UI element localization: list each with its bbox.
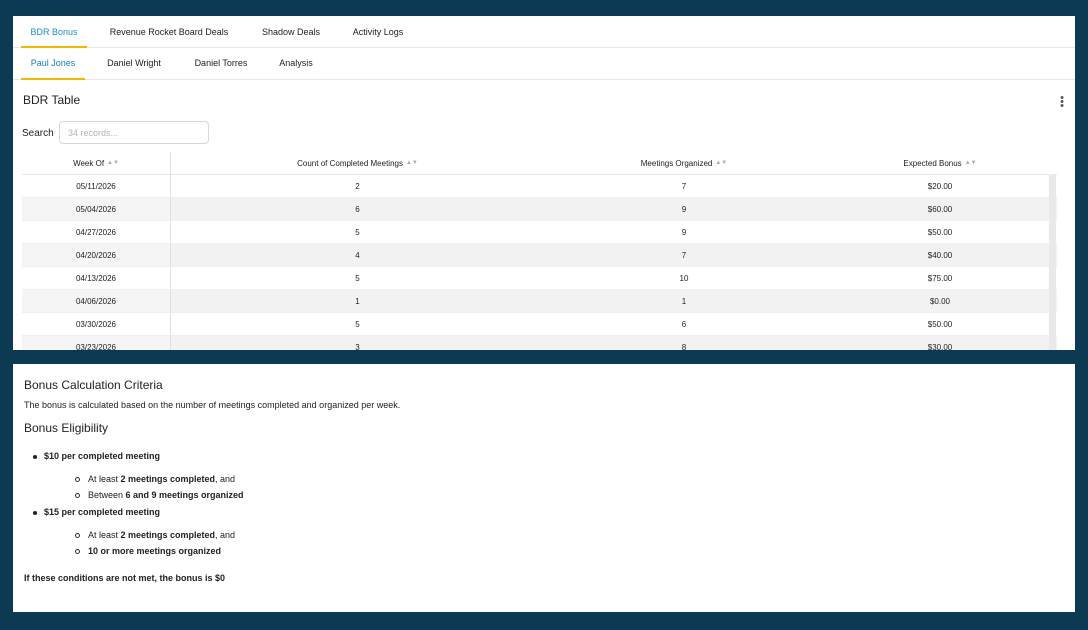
tab-activity-logs[interactable]: Activity Logs xyxy=(343,16,413,47)
condition-text-bold: 6 and 9 meetings organized xyxy=(125,490,244,500)
tier-1-condition-1: At least 2 meetings completed, and xyxy=(75,474,235,484)
column-header-label: Count of Completed Meetings xyxy=(297,158,403,168)
tier-1-condition-2: Between 6 and 9 meetings organized xyxy=(75,490,244,500)
week-of-cell: 04/13/2026 xyxy=(22,267,171,289)
bdr-table: Week Of ▲▼ Count of Completed Meetings ▲▼ … xyxy=(22,152,1057,350)
search-input[interactable] xyxy=(59,121,209,144)
condition-text-pre: Between xyxy=(88,490,126,500)
expected-bonus-cell: $75.00 xyxy=(927,273,953,283)
week-of-cell: 03/30/2026 xyxy=(22,313,171,335)
completed-meetings-cell: 5 xyxy=(355,273,360,283)
meetings-organized-cell: 7 xyxy=(681,250,687,260)
meetings-organized-cell: 8 xyxy=(681,342,687,351)
eligibility-title: Bonus Eligibility xyxy=(24,421,109,435)
week-of-cell: 04/27/2026 xyxy=(22,221,171,243)
search-label: Search xyxy=(22,128,54,139)
week-of-cell: 05/04/2026 xyxy=(22,198,171,220)
column-header-completed-meetings[interactable]: Count of Completed Meetings ▲▼ xyxy=(170,152,545,174)
tier-2-bullet: $15 per completed meeting xyxy=(33,507,160,517)
sort-icon[interactable]: ▲▼ xyxy=(715,160,727,166)
week-of-cell: 03/23/2026 xyxy=(22,336,171,350)
meetings-organized-cell: 7 xyxy=(681,181,687,191)
meetings-organized-cell: 6 xyxy=(681,319,687,329)
tab-bdr-bonus[interactable]: BDR Bonus xyxy=(21,16,87,48)
condition-text-bold: 10 or more meetings organized xyxy=(88,546,222,556)
bullet-circle-icon xyxy=(75,477,80,483)
table-row[interactable]: 05/04/2026 6 9 $60.00 xyxy=(22,198,1057,221)
week-of-cell: 04/20/2026 xyxy=(22,244,171,266)
sort-icon[interactable]: ▲▼ xyxy=(965,160,977,166)
table-scrollbar[interactable] xyxy=(1049,174,1056,350)
bonus-footer-note: If these conditions are not met, the bon… xyxy=(24,573,226,583)
condition-text-post: , and xyxy=(215,530,236,540)
main-tab-bar: BDR Bonus Revenue Rocket Board Deals Sha… xyxy=(13,16,1075,48)
tab-revenue-rocket-board-deals[interactable]: Revenue Rocket Board Deals xyxy=(103,16,235,47)
expected-bonus-cell: $30.00 xyxy=(927,342,953,351)
column-header-week-of[interactable]: Week Of ▲▼ xyxy=(22,152,171,174)
table-row[interactable]: 03/30/2026 5 6 $50.00 xyxy=(22,313,1057,336)
column-header-label: Week Of xyxy=(73,158,105,168)
table-title: BDR Table xyxy=(23,93,81,107)
column-header-expected-bonus[interactable]: Expected Bonus ▲▼ xyxy=(823,152,1057,174)
week-of-cell: 05/11/2026 xyxy=(22,175,171,197)
tier-2-label: $15 per completed meeting xyxy=(44,507,161,517)
tab-daniel-torres[interactable]: Daniel Torres xyxy=(183,47,259,79)
expected-bonus-cell: $60.00 xyxy=(927,204,953,214)
tab-paul-jones[interactable]: Paul Jones xyxy=(21,47,85,80)
column-header-label: Meetings Organized xyxy=(640,158,713,168)
tab-analysis[interactable]: Analysis xyxy=(271,47,321,79)
completed-meetings-cell: 5 xyxy=(355,227,360,237)
table-row[interactable]: 05/11/2026 2 7 $20.00 xyxy=(22,175,1057,198)
table-row[interactable]: 03/23/2026 3 8 $30.00 xyxy=(22,336,1057,350)
condition-text-pre: At least xyxy=(88,530,121,540)
table-row[interactable]: 04/20/2026 4 7 $40.00 xyxy=(22,244,1057,267)
more-options-icon[interactable]: • • • xyxy=(1059,93,1065,112)
completed-meetings-cell: 2 xyxy=(355,181,360,191)
tab-daniel-wright[interactable]: Daniel Wright xyxy=(99,47,169,79)
meetings-organized-cell: 9 xyxy=(681,227,687,237)
bullet-circle-icon xyxy=(75,493,80,499)
bullet-circle-icon xyxy=(75,549,80,555)
sort-icon[interactable]: ▲▼ xyxy=(107,160,119,166)
sub-tab-bar: Paul Jones Daniel Wright Daniel Torres A… xyxy=(13,47,1075,80)
completed-meetings-cell: 4 xyxy=(355,250,360,260)
table-row[interactable]: 04/27/2026 5 9 $50.00 xyxy=(22,221,1057,244)
tab-shadow-deals[interactable]: Shadow Deals xyxy=(251,16,331,47)
meetings-organized-cell: 10 xyxy=(679,273,689,283)
column-header-meetings-organized[interactable]: Meetings Organized ▲▼ xyxy=(545,152,823,174)
condition-text-bold: 2 meetings completed xyxy=(120,530,216,540)
meetings-organized-cell: 9 xyxy=(681,204,687,214)
expected-bonus-cell: $50.00 xyxy=(927,227,953,237)
completed-meetings-cell: 1 xyxy=(355,296,360,306)
tier-1-label: $10 per completed meeting xyxy=(44,451,161,461)
criteria-description: The bonus is calculated based on the num… xyxy=(24,400,401,410)
completed-meetings-cell: 5 xyxy=(355,319,360,329)
table-header: Week Of ▲▼ Count of Completed Meetings ▲▼ … xyxy=(22,152,1057,175)
condition-text-post: , and xyxy=(215,474,236,484)
table-row[interactable]: 04/06/2026 1 1 $0.00 xyxy=(22,290,1057,313)
week-of-cell: 04/06/2026 xyxy=(22,290,171,312)
expected-bonus-cell: $40.00 xyxy=(927,250,953,260)
bullet-dot-icon xyxy=(33,454,37,459)
expected-bonus-cell: $0.00 xyxy=(929,296,951,306)
condition-text-bold: 2 meetings completed xyxy=(120,474,216,484)
bullet-dot-icon xyxy=(33,510,37,515)
column-header-label: Expected Bonus xyxy=(903,158,962,168)
bonus-criteria-panel: Bonus Calculation Criteria The bonus is … xyxy=(13,364,1075,612)
bullet-circle-icon xyxy=(75,533,80,539)
completed-meetings-cell: 6 xyxy=(355,204,360,214)
table-row[interactable]: 04/13/2026 5 10 $75.00 xyxy=(22,267,1057,290)
sort-icon[interactable]: ▲▼ xyxy=(406,160,418,166)
expected-bonus-cell: $50.00 xyxy=(927,319,953,329)
criteria-title: Bonus Calculation Criteria xyxy=(24,378,163,392)
tier-2-condition-2: 10 or more meetings organized xyxy=(75,546,221,556)
expected-bonus-cell: $20.00 xyxy=(927,181,953,191)
tier-1-bullet: $10 per completed meeting xyxy=(33,451,160,461)
bdr-panel: BDR Bonus Revenue Rocket Board Deals Sha… xyxy=(13,16,1075,350)
completed-meetings-cell: 3 xyxy=(355,342,360,351)
condition-text-pre: At least xyxy=(88,474,121,484)
tier-2-condition-1: At least 2 meetings completed, and xyxy=(75,530,235,540)
meetings-organized-cell: 1 xyxy=(681,296,687,306)
